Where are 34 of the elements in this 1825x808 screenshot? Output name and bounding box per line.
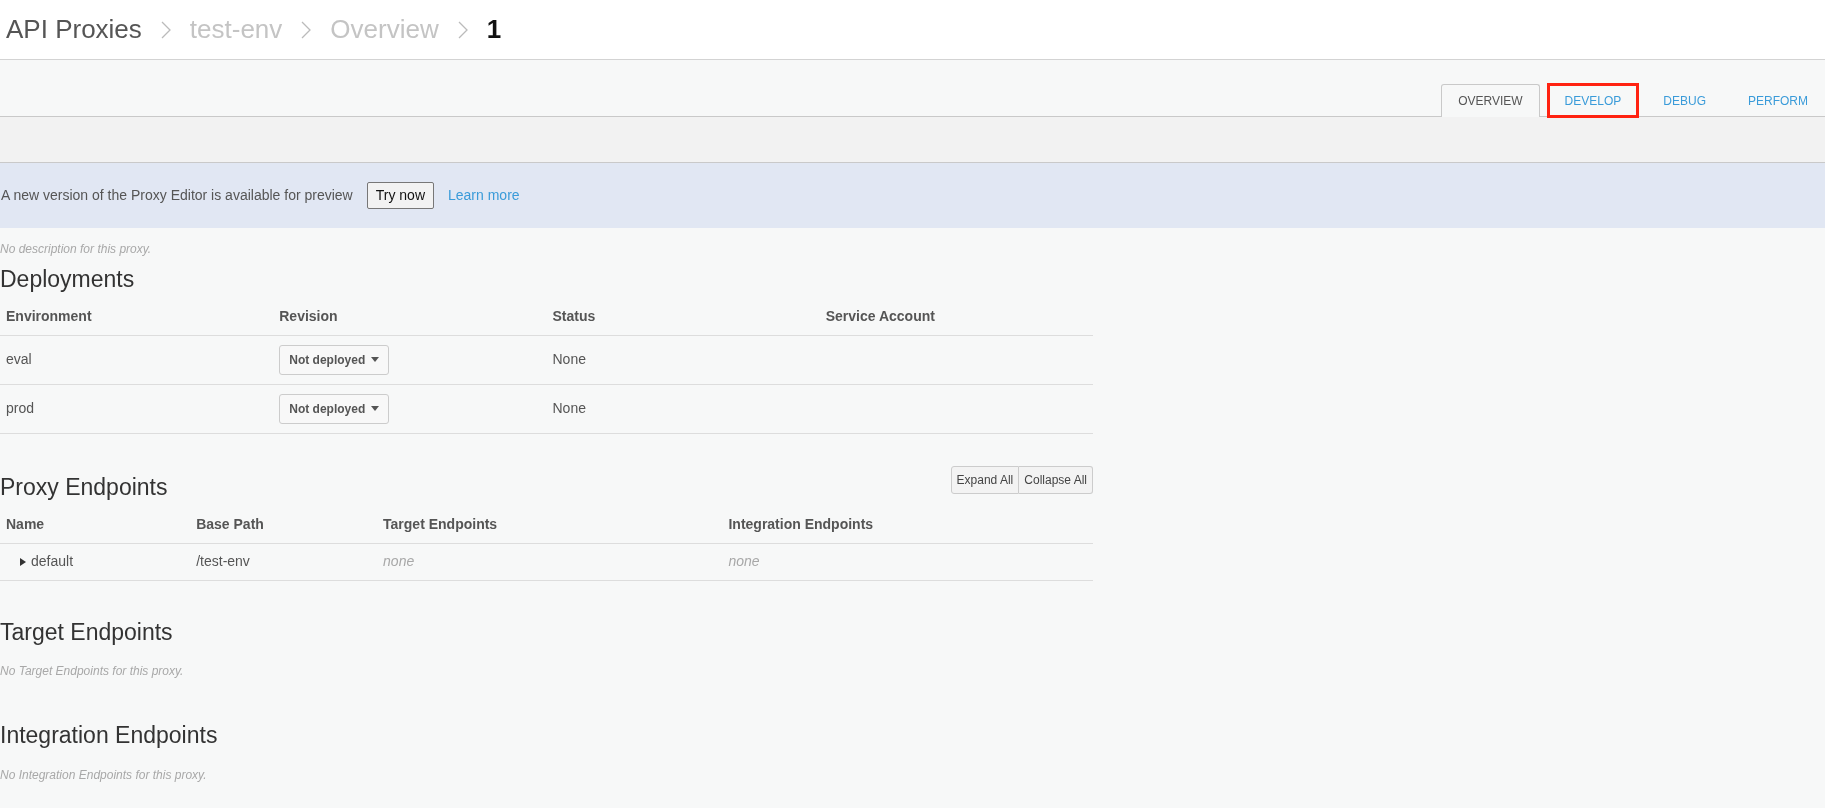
empty-message: No Target Endpoints for this proxy. [0,663,185,681]
section-heading: Deployments [0,266,136,294]
column-header: Status [546,297,820,336]
column-header: Base Path [190,505,378,544]
try-now-button[interactable]: Try now [366,182,434,209]
revision-dropdown[interactable]: Not deployed [279,344,390,375]
breadcrumb-link[interactable]: API Proxies [6,10,142,49]
table-cell: eval [0,335,274,385]
endpoint-name[interactable]: default [31,551,74,573]
column-header: Revision [273,297,547,336]
toggle-button[interactable]: Collapse All [1019,465,1093,494]
table-cell: none [722,543,1093,581]
table-cell: prod [0,384,274,434]
table-cell: none [377,543,723,581]
breadcrumb-current: 1 [486,13,502,46]
tab[interactable]: OVERVIEW [1441,84,1540,117]
revision-dropdown[interactable]: Not deployed [279,393,390,424]
column-header: Target Endpoints [377,505,723,544]
table-cell: None [546,384,820,434]
section-heading: Target Endpoints [0,618,174,647]
empty-message: No Integration Endpoints for this proxy. [0,766,208,784]
section-heading: Proxy Endpoints [0,474,168,502]
table-cell: None [546,335,820,385]
column-header: Environment [0,297,274,336]
caret-down-icon [371,357,380,363]
description-text: No description for this proxy. [0,241,153,258]
caret-down-icon [371,406,380,412]
column-header: Name [0,505,191,544]
section-heading: Integration Endpoints [0,722,219,750]
banner-message: A new version of the Proxy Editor is available for preview [1,186,353,205]
toggle-button[interactable]: Expand All [950,465,1020,494]
column-header: Integration Endpoints [722,505,1093,544]
table-cell: /test-env [190,543,378,581]
column-header: Service Account [819,297,1093,336]
